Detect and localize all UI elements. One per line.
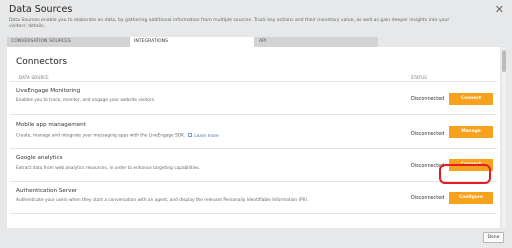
dialog-description: Data Sources enable you to elaborate on …: [9, 18, 450, 29]
row-name: Google analytics: [16, 155, 63, 161]
row-description-text: Create, manage and integrate your messag…: [16, 133, 186, 139]
learn-more-link[interactable]: Learn more: [194, 134, 219, 139]
row-description: Enables you to track, monitor, and engag…: [16, 98, 156, 103]
divider: [10, 213, 497, 214]
status-text: Disconnected: [411, 96, 445, 102]
column-header-status: STATUS: [411, 75, 427, 80]
table-row: Authentication Server Authenticate your …: [7, 182, 500, 213]
integrations-panel: Connectors DATA SOURCE STATUS LiveEngage…: [7, 47, 506, 228]
row-description: Create, manage and integrate your messag…: [16, 133, 219, 139]
status-text: Disconnected: [411, 163, 445, 169]
table-row: Mobile app management Create, manage and…: [7, 115, 500, 148]
table-row: LiveEngage Monitoring Enables you to tra…: [7, 82, 500, 114]
connect-button[interactable]: Connect: [449, 93, 493, 105]
row-description: Extract data from web analytics resource…: [16, 166, 201, 171]
dialog-title: Data Sources: [9, 4, 73, 15]
row-name: Mobile app management: [16, 122, 86, 128]
tab-conversation-sources[interactable]: CONVERSATION SOURCES: [7, 37, 129, 47]
configure-button[interactable]: Configure: [449, 192, 493, 204]
row-name: LiveEngage Monitoring: [16, 88, 81, 94]
column-header-data-source: DATA SOURCE: [19, 75, 49, 80]
scrollbar-thumb[interactable]: [502, 50, 506, 72]
status-text: Disconnected: [411, 131, 445, 137]
status-text: Disconnected: [411, 195, 445, 201]
done-button[interactable]: Done: [483, 232, 504, 243]
section-heading: Connectors: [16, 57, 68, 67]
scrollbar[interactable]: [502, 47, 506, 228]
learn-more-icon: [188, 133, 193, 137]
row-name: Authentication Server: [16, 188, 78, 194]
connect-button[interactable]: Connect: [449, 159, 493, 171]
manage-button[interactable]: Manage: [449, 126, 493, 138]
tab-api[interactable]: API: [255, 37, 378, 47]
table-row: Google analytics Extract data from web a…: [7, 149, 500, 181]
tab-bar: CONVERSATION SOURCES INTEGRATIONS API: [7, 37, 378, 47]
close-icon[interactable]: ✕: [495, 3, 504, 16]
row-description: Authenticate your users when they start …: [16, 198, 309, 203]
tab-integrations[interactable]: INTEGRATIONS: [130, 37, 254, 47]
